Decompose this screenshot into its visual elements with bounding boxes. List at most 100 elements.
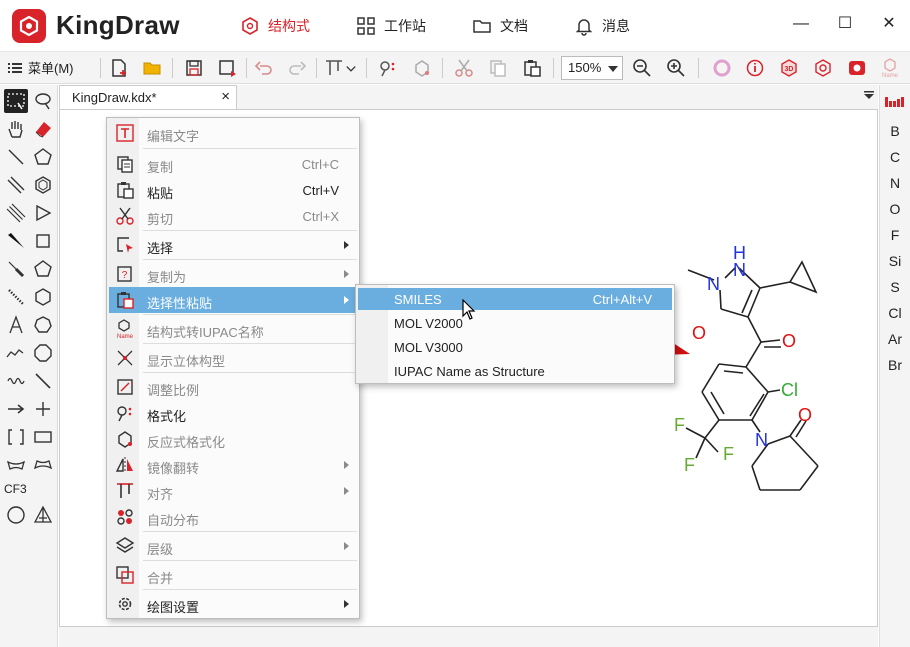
element-o[interactable]: O [880,201,910,217]
menu-item-copy[interactable]: 复制 Ctrl+C [109,151,357,177]
menu-item-format[interactable]: 格式化 [109,400,357,426]
text-tool[interactable] [4,313,28,337]
element-si[interactable]: Si [880,253,910,269]
menu-item-select[interactable]: 选择 [109,232,357,258]
lasso-select-tool[interactable] [4,89,28,113]
triple-bond-tool[interactable] [4,201,28,225]
submenu-item-iupac-name[interactable]: IUPAC Name as Structure [358,360,672,382]
eraser-tool[interactable] [31,117,55,141]
periodic-table-button[interactable] [885,95,905,110]
menu-item-edit-text[interactable]: 编辑文字 [109,120,357,146]
double-bond-tool[interactable] [4,173,28,197]
reaction-format-button[interactable] [410,57,434,79]
arrow-tool[interactable] [4,397,28,421]
menu-item-paste[interactable]: 粘贴 Ctrl+V [109,177,357,203]
zoom-in-button[interactable] [664,57,688,79]
rectangle-tool[interactable] [31,425,55,449]
align-dropdown[interactable] [344,57,358,79]
menu-item-cut[interactable]: 剪切 Ctrl+X [109,203,357,229]
copy-button[interactable] [486,57,510,79]
open-folder-button[interactable] [140,57,164,79]
menu-item-reaction-format[interactable]: 反应式格式化 [109,426,357,452]
hand-tool[interactable] [4,117,28,141]
ribbon-tool[interactable] [4,453,28,477]
close-button[interactable]: ✕ [876,12,902,36]
3d-view-button[interactable]: 3D [777,57,801,79]
document-tab[interactable]: KingDraw.kdx* × [59,85,237,109]
paste-button[interactable] [520,57,544,79]
close-tab-button[interactable]: × [221,88,230,105]
circle-tool[interactable] [4,503,28,527]
horizontal-scrollbar[interactable] [59,627,878,647]
zoom-out-button[interactable] [630,57,654,79]
menu-item-layers[interactable]: 层级 [109,533,357,559]
color-button[interactable] [710,57,734,79]
tab-structure[interactable]: 结构式 [240,14,310,38]
tab-list-dropdown[interactable] [864,91,874,102]
format-button[interactable] [376,57,400,79]
submenu-item-mol-v3000[interactable]: MOL V3000 [358,336,672,358]
element-f[interactable]: F [880,227,910,243]
ribbon-alt-tool[interactable] [31,453,55,477]
image-button[interactable] [845,57,869,79]
single-bond-tool[interactable] [4,145,28,169]
maximize-button[interactable]: ☐ [832,12,858,36]
menu-item-merge[interactable]: 合并 [109,562,357,588]
menu-item-paste-special[interactable]: 选择性粘贴 [109,287,357,313]
bold-bond-tool[interactable] [4,257,28,281]
zoom-select[interactable]: 150% [561,56,623,80]
element-n[interactable]: N [880,175,910,191]
menu-item-adjust-scale[interactable]: 调整比例 [109,374,357,400]
wavy-bond-tool[interactable] [4,369,28,393]
element-cl[interactable]: Cl [880,305,910,321]
menu-item-structure-to-iupac[interactable]: Name 结构式转IUPAC名称 [109,316,357,342]
hash-bond-tool[interactable] [4,285,28,309]
element-ar[interactable]: Ar [880,331,910,347]
octagon-tool[interactable] [31,341,55,365]
name-button[interactable]: Name [878,57,902,79]
element-bar: B C N O F Si S Cl Ar Br [879,85,910,647]
pentagon-alt-tool[interactable] [31,257,55,281]
hexagon-alt-tool[interactable] [31,285,55,309]
plus-tool[interactable] [31,397,55,421]
save-as-button[interactable] [216,57,240,79]
search-structure-button[interactable] [811,57,835,79]
element-s[interactable]: S [880,279,910,295]
glassware-tool[interactable] [31,503,55,527]
menu-item-drawing-settings[interactable]: 绘图设置 [109,591,357,617]
tab-documents[interactable]: 文档 [472,14,528,38]
new-file-button[interactable] [107,57,131,79]
menu-item-mirror[interactable]: 镜像翻转 [109,452,357,478]
menu-item-align[interactable]: 对齐 [109,478,357,504]
menu-item-copy-as[interactable]: ? 复制为 [109,261,357,287]
undo-button[interactable] [252,57,276,79]
wedge-bond-tool[interactable] [4,229,28,253]
hexagon-tool[interactable] [31,173,55,197]
menu-item-show-stereo[interactable]: 显示立体构型 [109,345,357,371]
minimize-button[interactable]: — [788,12,814,36]
triangle-tool[interactable] [31,201,55,225]
heptagon-tool[interactable] [31,313,55,337]
bracket-tool[interactable] [4,425,28,449]
cut-button[interactable] [452,57,476,79]
element-br[interactable]: Br [880,357,910,373]
pentagon-tool[interactable] [31,145,55,169]
element-b[interactable]: B [880,123,910,139]
redo-button[interactable] [285,57,309,79]
save-button[interactable] [182,57,206,79]
element-c[interactable]: C [880,149,910,165]
menu-item-auto-distribute[interactable]: 自动分布 [109,504,357,530]
align-button[interactable] [322,57,346,79]
atom-f2: F [723,444,734,464]
info-button[interactable] [743,57,767,79]
square-tool[interactable] [31,229,55,253]
menu-button[interactable]: 菜单(M) [8,58,74,77]
line-tool[interactable] [31,369,55,393]
tab-messages[interactable]: 消息 [574,14,630,38]
chain-tool[interactable] [4,341,28,365]
lasso-tool[interactable] [31,89,55,113]
submenu-item-smiles[interactable]: SMILES Ctrl+Alt+V [358,288,672,310]
tab-workstation[interactable]: 工作站 [356,14,426,38]
cf3-group-tool[interactable]: CF3 [4,482,27,496]
submenu-item-mol-v2000[interactable]: MOL V2000 [358,312,672,334]
